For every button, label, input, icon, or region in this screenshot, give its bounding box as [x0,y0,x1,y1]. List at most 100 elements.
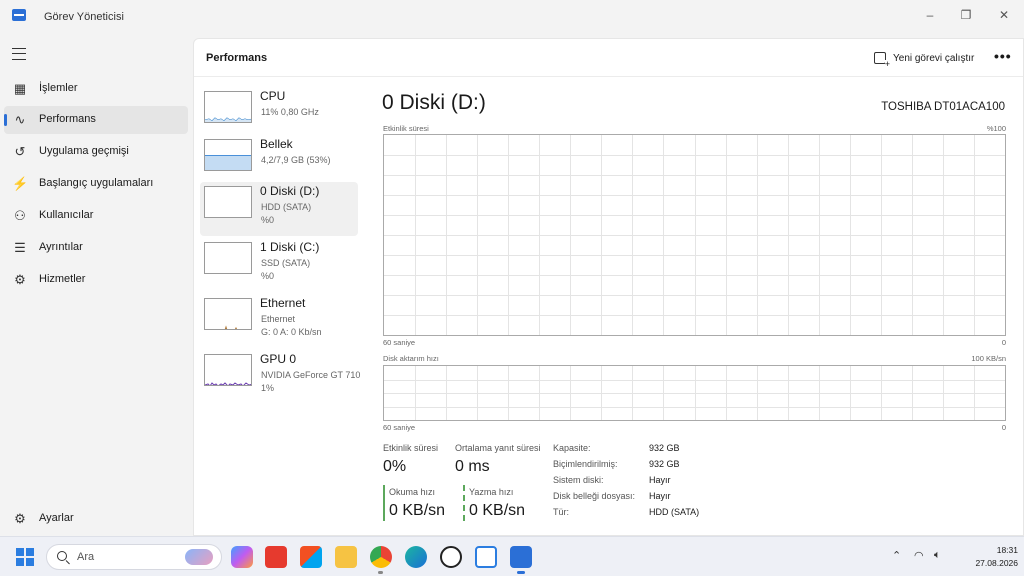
history-icon: ↺ [14,144,26,159]
disk-title: 0 Diski (D:) [382,91,486,114]
write-speed-indicator [463,485,465,521]
transfer-rate-graph [383,365,1006,421]
read-speed-label: Okuma hızı [389,487,436,497]
nav-item-label: İşlemler [39,82,78,94]
device-usage: %0 [261,271,275,281]
nav-item-details[interactable]: ☰ Ayrıntılar [4,234,188,262]
task-manager-icon [12,9,26,21]
device-name: 0 Diski (D:) [260,184,320,198]
snipping-tool-icon[interactable] [475,546,497,568]
file-explorer-icon[interactable] [335,546,357,568]
activity-graph-min: 0 [1001,338,1006,347]
page-file-label: Disk belleği dosyası: [553,491,636,501]
device-usage: %0 [261,215,275,225]
disk-model: TOSHIBA DT01ACA100 [881,101,1005,113]
device-name: Bellek [260,137,293,151]
content-header: Performans Yeni görevi çalıştır ••• [194,39,1023,77]
nav-item-label: Hizmetler [39,273,86,285]
device-detail: SSD (SATA) [261,258,311,268]
device-detail: NVIDIA GeForce GT 710 [261,370,361,380]
nav-item-label: Ayrıntılar [39,241,83,253]
read-speed-value: 0 KB/sn [389,502,446,519]
anydesk-icon[interactable] [265,546,287,568]
windows-start-icon[interactable] [16,548,34,566]
performance-icon: ∿ [14,112,26,127]
taskbar-search-box[interactable]: Ara [46,544,222,570]
device-name: CPU [260,89,286,103]
run-new-task-label: Yeni görevi çalıştır [893,52,975,64]
nav-item-app-history[interactable]: ↺ Uygulama geçmişi [4,138,188,166]
taskbar: Ara ⌃ ◠ 🔈︎ 18:31 27.08.2026 [0,536,1024,576]
device-item-disk-0[interactable]: 0 Diski (D:) HDD (SATA) %0 [200,182,358,236]
minimize-icon[interactable]: – [918,5,942,25]
nav-item-services[interactable]: ⚙ Hizmetler [4,266,188,294]
activity-graph-xlabel: 60 saniye [383,338,416,347]
device-name: 1 Diski (C:) [260,240,320,254]
type-value: HDD (SATA) [649,507,700,517]
chevron-up-icon[interactable]: ⌃ [892,549,901,562]
activity-graph-label: Etkinlik süresi [383,124,429,133]
device-item-ethernet[interactable]: Ethernet Ethernet G: 0 A: 0 Kb/sn [200,294,358,348]
nav-item-label: Performans [39,113,96,125]
device-name: Ethernet [260,296,306,310]
startup-icon: ⚡ [12,176,29,191]
device-usage: 1% [261,383,275,393]
nav-item-performance[interactable]: ∿ Performans [4,106,188,134]
performance-panel: Performans Yeni görevi çalıştır ••• CPU … [193,38,1024,536]
search-highlight-icon [185,549,213,565]
more-options-button[interactable]: ••• [994,48,1012,64]
services-icon: ⚙ [14,272,26,287]
wifi-icon[interactable]: ◠ [914,549,924,562]
volume-icon[interactable]: 🔈︎ [934,549,941,562]
chrome-icon[interactable] [370,546,392,568]
device-detail: 11% 0,80 GHz [261,107,319,117]
maximize-icon[interactable]: ❐ [954,5,978,25]
run-task-icon [874,52,890,69]
copilot-icon[interactable] [231,546,253,568]
device-detail: 4,2/7,9 GB (53%) [261,155,331,165]
system-disk-value: Hayır [649,475,671,485]
device-item-memory[interactable]: Bellek 4,2/7,9 GB (53%) [200,135,358,189]
device-detail: Ethernet [261,314,296,324]
chrome-running-indicator [378,571,383,574]
store-icon[interactable] [300,546,322,568]
title-bar: Görev Yöneticisi – ❐ ✕ [0,0,1024,34]
task-manager-taskbar-icon[interactable] [510,546,532,568]
active-time-value: 0% [383,458,407,475]
write-speed-label: Yazma hızı [469,487,514,497]
capacity-label: Kapasite: [553,443,591,453]
search-placeholder: Ara [77,551,95,563]
device-detail: HDD (SATA) [261,202,312,212]
edge-icon[interactable] [405,546,427,568]
processes-icon: ▦ [13,81,27,96]
transfer-graph-min: 0 [1001,423,1006,432]
device-item-gpu[interactable]: GPU 0 NVIDIA GeForce GT 710 1% [200,350,361,404]
page-file-value: Hayır [649,491,671,501]
disk-1-thumbnail-graph [204,242,252,274]
device-item-cpu[interactable]: CPU 11% 0,80 GHz [200,87,358,141]
menu-icon[interactable] [12,48,26,60]
nav-item-processes[interactable]: ▦ İşlemler [4,75,188,103]
cpu-thumbnail-graph [204,91,252,123]
run-new-task-button[interactable]: Yeni görevi çalıştır [874,48,975,69]
details-icon: ☰ [14,240,26,255]
activity-time-graph [383,134,1006,336]
avg-response-label: Ortalama yanıt süresi [455,443,541,453]
avg-response-value: 0 ms [455,458,490,475]
graph-grid [384,135,1005,335]
device-item-disk-1[interactable]: 1 Diski (C:) SSD (SATA) %0 [200,238,358,292]
nav-item-label: Başlangıç uygulamaları [39,177,154,189]
chatgpt-icon[interactable] [440,546,462,568]
nav-item-settings[interactable]: ⚙ Ayarlar [4,505,188,533]
active-time-label: Etkinlik süresi [383,443,439,453]
transfer-graph-label: Disk aktarım hızı [383,354,439,363]
nav-item-startup-apps[interactable]: ⚡ Başlangıç uygulamaları [4,170,188,198]
nav-item-users[interactable]: ⚇ Kullanıcılar [4,202,188,230]
clock[interactable]: 18:31 27.08.2026 [962,544,1018,570]
disk-0-thumbnail-graph [204,186,252,218]
close-icon[interactable]: ✕ [992,5,1016,25]
system-disk-label: Sistem diski: [553,475,604,485]
nav-pane: ▦ İşlemler ∿ Performans ↺ Uygulama geçmi… [0,34,192,536]
page-title: Performans [206,52,268,64]
clock-date: 27.08.2026 [975,558,1018,568]
